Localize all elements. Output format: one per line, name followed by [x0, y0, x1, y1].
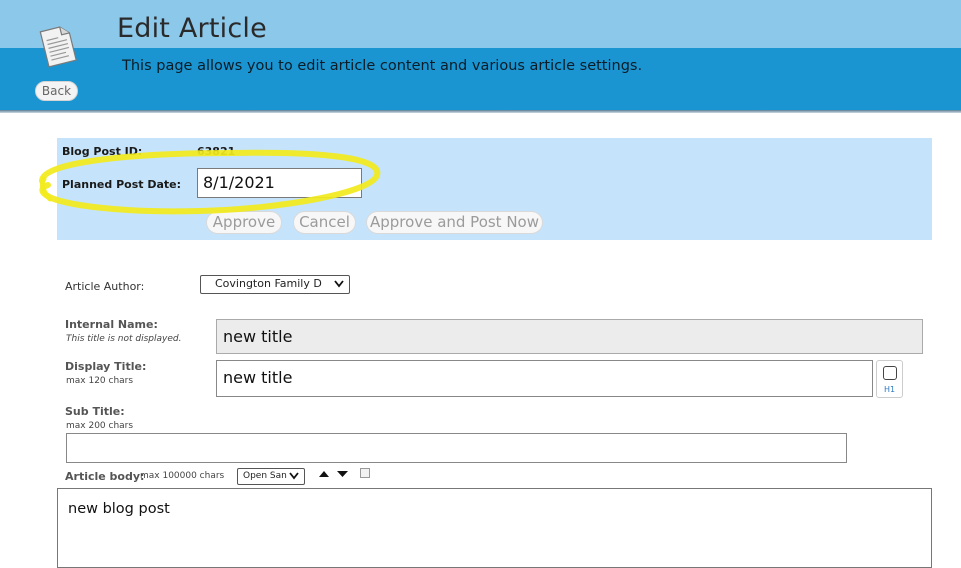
increase-arrow-icon[interactable] [319, 471, 329, 477]
internal-name-field[interactable]: new title [216, 319, 923, 354]
page-title: Edit Article [117, 13, 267, 44]
document-icon [39, 26, 77, 68]
article-author-value: Covington Family D [215, 277, 322, 290]
h1-toggle[interactable]: H1 [876, 360, 903, 398]
article-body-label: Article body: [65, 470, 145, 483]
approve-and-post-now-button[interactable]: Approve and Post Now [366, 211, 543, 234]
article-body-hint: max 100000 chars [140, 471, 225, 481]
display-title-label: Display Title: [65, 360, 147, 373]
font-select[interactable]: Open San [237, 468, 305, 485]
article-body-editor[interactable]: new blog post [57, 488, 932, 568]
display-title-hint: max 120 chars [66, 376, 134, 386]
font-select-value: Open San [243, 471, 287, 481]
internal-name-label: Internal Name: [65, 318, 158, 331]
blog-post-id-value: 63821 [197, 145, 236, 158]
article-author-label: Article Author: [65, 280, 145, 293]
back-button[interactable]: Back [35, 81, 78, 101]
display-title-field[interactable]: new title [216, 360, 873, 397]
chevron-down-icon [288, 469, 300, 484]
approve-button[interactable]: Approve [206, 211, 282, 234]
subtitle-field[interactable] [66, 433, 847, 463]
cancel-button[interactable]: Cancel [293, 211, 356, 234]
article-author-select[interactable]: Covington Family D [200, 275, 350, 294]
page-description: This page allows you to edit article con… [122, 58, 643, 74]
font-size-arrows [319, 471, 348, 477]
blog-post-id-label: Blog Post ID: [62, 145, 143, 158]
subtitle-hint: max 200 chars [66, 421, 134, 431]
chevron-down-icon [333, 276, 345, 293]
internal-name-hint: This title is not displayed. [66, 334, 182, 344]
planned-post-date-label: Planned Post Date: [62, 178, 182, 191]
decrease-arrow-icon[interactable] [337, 471, 348, 477]
h1-label: H1 [883, 385, 896, 394]
body-option-checkbox[interactable] [360, 468, 370, 478]
subtitle-label: Sub Title: [65, 405, 125, 418]
h1-checkbox[interactable] [883, 366, 897, 380]
header-shadow [0, 110, 961, 113]
page-header: Edit Article This page allows you to edi… [0, 0, 961, 113]
planned-post-date-input[interactable]: 8/1/2021 [197, 168, 362, 198]
